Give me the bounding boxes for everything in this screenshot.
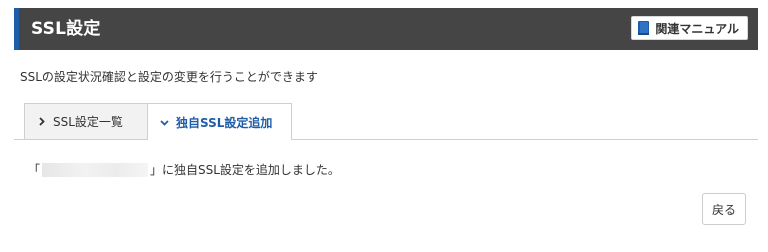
related-manual-label: 関連マニュアル [655, 21, 739, 36]
message-text: 」に独自SSL設定を追加しました。 [150, 163, 340, 177]
tab-add-custom-ssl[interactable]: 独自SSL設定追加 [147, 103, 292, 140]
chevron-down-icon [160, 119, 169, 126]
page-title: SSL設定 [31, 19, 101, 39]
message-open-bracket: 「 [28, 163, 41, 177]
page-header: SSL設定 関連マニュアル [14, 8, 758, 50]
tab-ssl-list[interactable]: SSL設定一覧 [24, 103, 156, 139]
book-icon [638, 21, 650, 35]
tab-add-custom-ssl-label: 独自SSL設定追加 [176, 115, 273, 130]
related-manual-button[interactable]: 関連マニュアル [631, 16, 748, 40]
chevron-right-icon [39, 117, 45, 126]
tab-bar: SSL設定一覧 独自SSL設定追加 [14, 103, 758, 140]
page: SSL設定 関連マニュアル SSLの設定状況確認と設定の変更を行うことができます… [0, 0, 768, 252]
tab-ssl-list-label: SSL設定一覧 [53, 115, 123, 129]
success-message: 「 」に独自SSL設定を追加しました。 [28, 161, 340, 178]
redacted-domain [42, 162, 149, 177]
page-description: SSLの設定状況確認と設定の変更を行うことができます [20, 70, 318, 84]
back-button[interactable]: 戻る [702, 193, 746, 225]
